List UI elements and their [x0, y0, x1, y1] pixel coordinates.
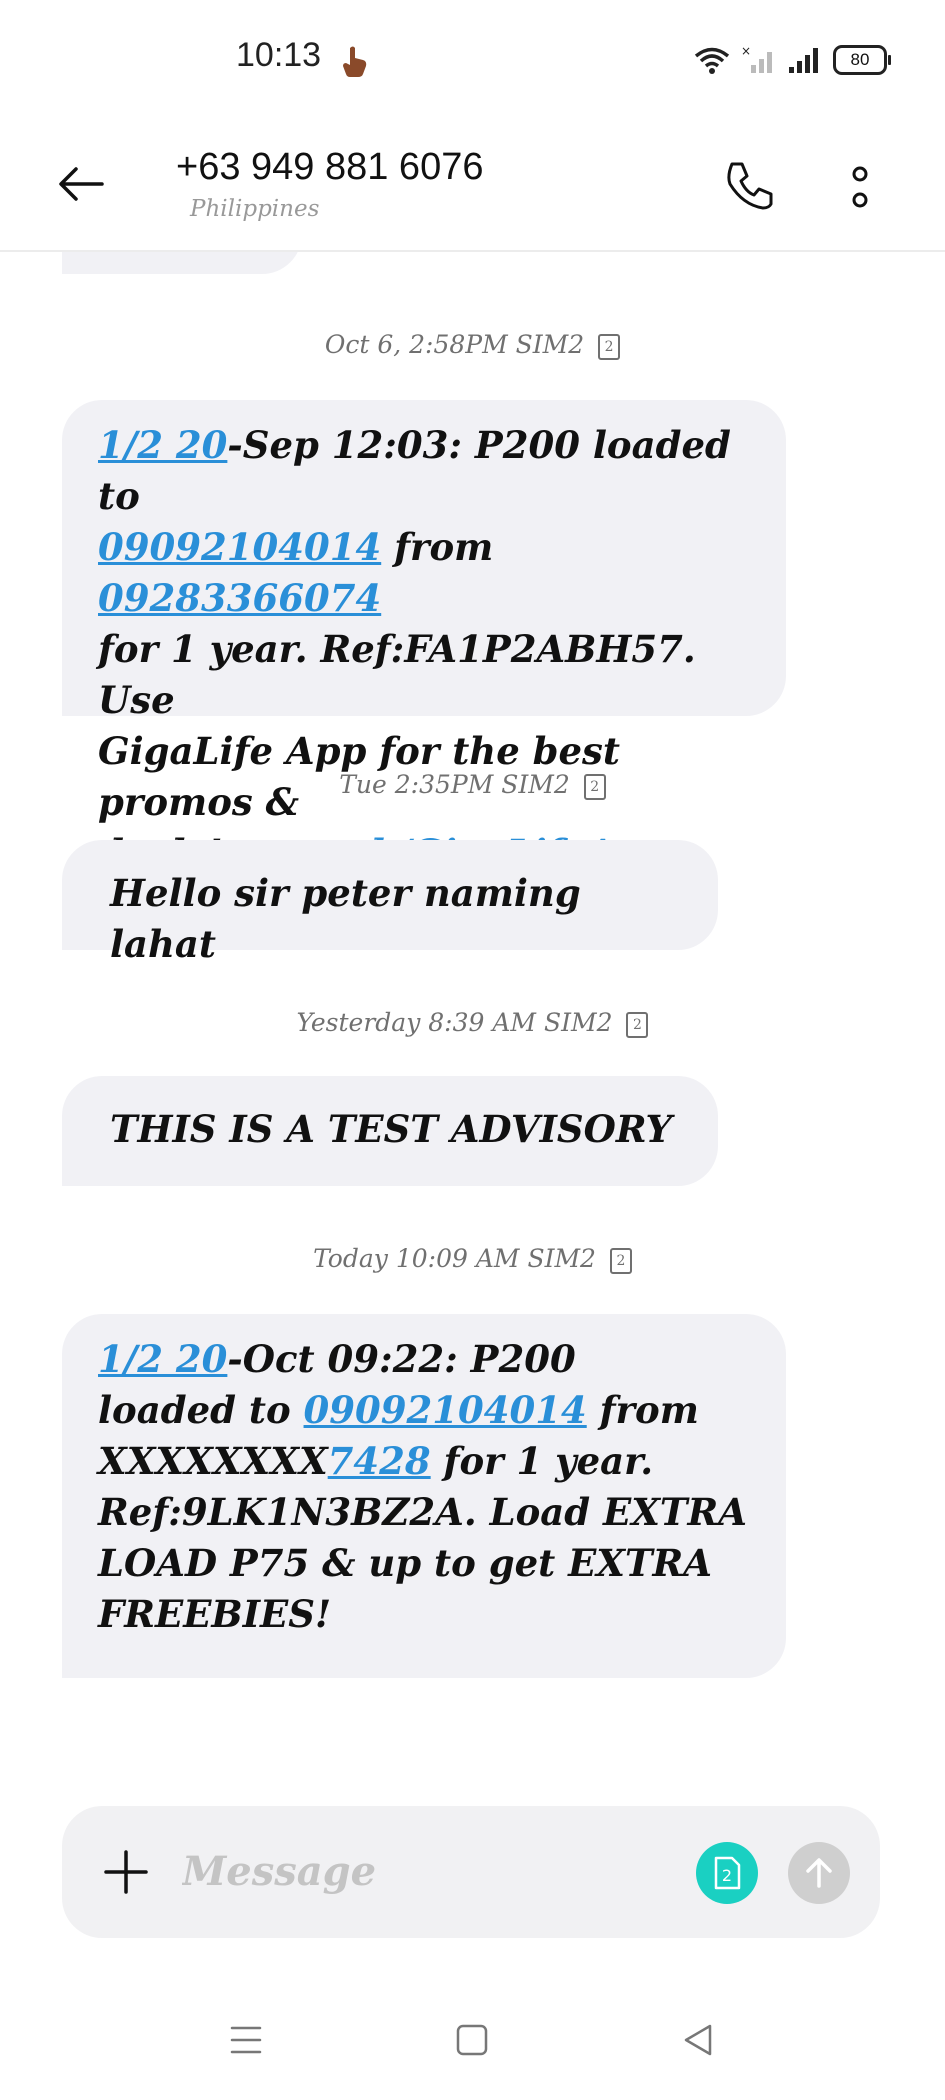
more-vertical-icon[interactable]	[846, 166, 874, 210]
message-text: 1/2 20-Sep 12:03: P200 loaded to 0909210…	[98, 420, 752, 879]
sim-label: SIM2	[543, 1008, 613, 1037]
wifi-icon	[694, 47, 730, 74]
arrow-up-icon	[806, 1858, 832, 1888]
message-composer: 2	[62, 1806, 880, 1938]
phone-number-link[interactable]: 09092104014	[98, 525, 381, 569]
message-text: THIS IS A TEST ADVISORY	[110, 1107, 672, 1151]
plus-icon[interactable]	[104, 1850, 148, 1894]
phone-icon[interactable]	[722, 158, 776, 212]
message-text: Hello sir peter naming lahat	[110, 871, 581, 966]
gesture-hand-icon	[343, 46, 367, 77]
sim-card-icon: 2	[626, 1011, 649, 1038]
phone-number-link[interactable]: 09283366074	[98, 576, 381, 620]
status-time: 10:13	[236, 36, 322, 74]
signal-sim2-icon	[789, 48, 818, 73]
message-timestamp: Oct 6, 2:58PM SIM2 2	[0, 330, 945, 360]
status-icons: × 80	[693, 40, 891, 80]
svg-text:2: 2	[722, 1866, 732, 1885]
sim-label: SIM2	[501, 770, 570, 799]
message-thread[interactable]: Oct 6, 2:58PM SIM2 2 1/2 20-Sep 12:03: P…	[0, 252, 945, 1782]
svg-text:×: ×	[741, 45, 751, 58]
message-input[interactable]	[180, 1840, 664, 1902]
send-button[interactable]	[788, 1842, 850, 1904]
sim-label: SIM2	[527, 1244, 596, 1273]
message-bubble[interactable]: THIS IS A TEST ADVISORY	[62, 1076, 718, 1186]
status-bar: 10:13 × 80	[0, 0, 945, 120]
arrow-left-icon[interactable]	[56, 164, 106, 204]
message-link[interactable]: 1/2 20	[98, 1337, 227, 1381]
message-bubble[interactable]: 1/2 20-Sep 12:03: P200 loaded to 0909210…	[62, 400, 786, 875]
message-text: 1/2 20-Oct 09:22: P200 loaded to 0909210…	[98, 1337, 747, 1636]
message-timestamp: Yesterday 8:39 AM SIM2 2	[0, 1008, 945, 1038]
message-bubble[interactable]: Hello sir peter naming lahat	[62, 840, 718, 966]
contact-location: Philippines	[190, 196, 320, 222]
conversation-header: +63 949 881 6076 Philippines	[0, 120, 945, 252]
message-bubble-partial[interactable]	[62, 252, 302, 274]
sim-select-button[interactable]: 2	[696, 1842, 758, 1904]
number-link[interactable]: 7428	[328, 1439, 431, 1483]
back-triangle-icon[interactable]	[678, 2020, 718, 2060]
system-navigation-bar	[0, 2010, 945, 2070]
sim-card-icon: 2	[714, 1856, 741, 1890]
phone-number-link[interactable]: 09092104014	[304, 1388, 587, 1432]
battery-level: 80	[850, 50, 870, 69]
signal-sim1-icon: ×	[741, 45, 772, 73]
sim-label: SIM2	[515, 330, 585, 359]
message-bubble[interactable]: 1/2 20-Oct 09:22: P200 loaded to 0909210…	[62, 1314, 786, 1678]
menu-icon[interactable]	[226, 2020, 266, 2060]
message-timestamp: Today 10:09 AM SIM2 2	[0, 1244, 945, 1274]
sim-card-icon: 2	[583, 773, 606, 800]
battery-indicator: 80	[833, 45, 891, 75]
contact-number[interactable]: +63 949 881 6076	[176, 146, 483, 189]
sim-card-icon: 2	[598, 333, 621, 360]
home-icon[interactable]	[452, 2020, 492, 2060]
message-timestamp: Tue 2:35PM SIM2 2	[0, 770, 945, 800]
message-link[interactable]: 1/2 20	[98, 423, 227, 467]
sim-card-icon: 2	[609, 1247, 632, 1274]
